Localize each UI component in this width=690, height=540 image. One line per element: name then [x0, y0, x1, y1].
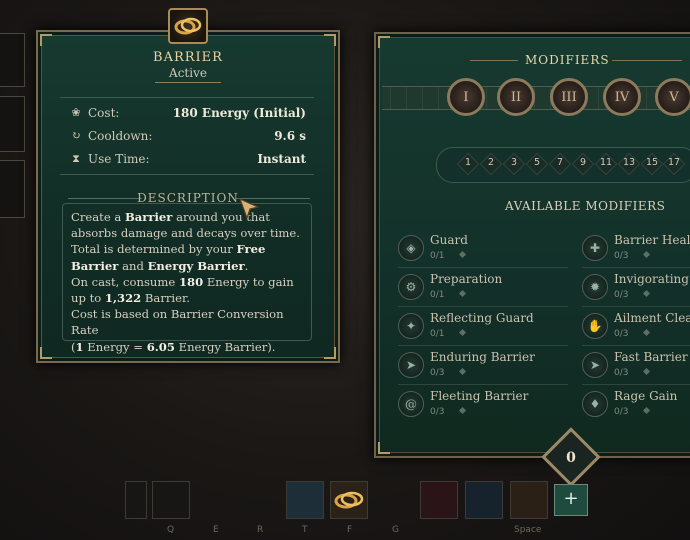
modifier-rage-gain[interactable]: ♦ Rage Gain 0/3 [582, 389, 690, 425]
modifiers-title: Modifiers [525, 53, 610, 67]
divider [398, 384, 568, 385]
tier-medal-4[interactable]: IV [603, 78, 641, 116]
panel-corner [378, 36, 390, 48]
add-point-button[interactable]: + [554, 484, 588, 516]
cooldown-icon: ↻ [71, 129, 81, 142]
hotbar-slot-t[interactable] [286, 481, 324, 519]
description-line: (1 Energy = 6.05 Energy Barrier). [71, 339, 276, 354]
level-node[interactable]: 9 [571, 152, 595, 176]
divider [582, 306, 690, 307]
divider [398, 306, 568, 307]
greek-key-border [382, 86, 690, 110]
skill-title: Barrier [153, 50, 223, 65]
barrier-skill-icon [168, 8, 208, 44]
divider [612, 60, 682, 61]
hotkey-label: E [213, 525, 219, 535]
divider [155, 82, 221, 83]
panel-corner [378, 442, 390, 454]
hotkey-label: R [257, 525, 264, 535]
hotkey-label: F [347, 525, 353, 535]
stat-value: 9.6 s [274, 129, 306, 143]
barrier-skill-icon [334, 491, 364, 509]
description-line: Create a Barrier around you that absorbs… [71, 210, 300, 241]
divider [582, 267, 690, 268]
tier-medal-5[interactable]: V [655, 78, 690, 116]
modifier-points-value: 0 [566, 450, 576, 466]
tier-medal-3[interactable]: III [550, 78, 588, 116]
shield-icon: ◈ [398, 235, 424, 261]
stat-row-cooldown: ↻ Cooldown: 9.6 s [70, 129, 306, 147]
divider [470, 60, 518, 61]
level-node[interactable]: 13 [617, 152, 641, 176]
modifier-fast-barrier[interactable]: ➤ Fast Barrier 0/3 [582, 350, 690, 386]
modifier-barrier-heal[interactable]: ✚ Barrier Heal 0/3 [582, 233, 690, 269]
swirl-icon: @ [398, 391, 424, 417]
arrow-icon: ➤ [398, 352, 424, 378]
divider [398, 267, 568, 268]
modifier-guard[interactable]: ◈ Guard 0/1 [398, 233, 578, 269]
tier-medal-1[interactable]: I [447, 78, 485, 116]
divider [398, 345, 568, 346]
tier-medal-2[interactable]: II [497, 78, 535, 116]
side-tab[interactable] [0, 160, 25, 218]
level-node[interactable]: 5 [525, 152, 549, 176]
rage-icon: ♦ [582, 391, 608, 417]
arrow-icon: ➤ [582, 352, 608, 378]
level-node[interactable]: 17 [662, 152, 686, 176]
hotbar-slot-f[interactable] [330, 481, 368, 519]
level-node[interactable]: 7 [548, 152, 572, 176]
stat-label: Use Time: [88, 152, 150, 166]
panel-corner [324, 34, 336, 46]
stat-row-cost: ❀ Cost: 180 Energy (Initial) [70, 106, 306, 124]
hotbar-slot-1[interactable] [420, 481, 458, 519]
level-node[interactable]: 15 [640, 152, 664, 176]
available-modifiers-title: Available Modifiers [505, 199, 666, 213]
stat-label: Cost: [88, 106, 120, 120]
panel-corner [324, 347, 336, 359]
side-tab[interactable] [0, 33, 25, 87]
hotkey-label: Space [514, 525, 542, 535]
hand-icon: ✋ [582, 313, 608, 339]
level-node[interactable]: 3 [502, 152, 526, 176]
description-line: Total is determined by your Free Barrier… [71, 242, 266, 273]
modifier-invigorating-guard[interactable]: ✹ Invigorating Gu 0/3 [582, 272, 690, 308]
panel-corner [40, 347, 52, 359]
modifier-ailment-cleanse[interactable]: ✋ Ailment Cleans 0/3 [582, 311, 690, 347]
hotkey-label: Q [167, 525, 175, 535]
stat-label: Cooldown: [88, 129, 153, 143]
stat-row-use-time: ⧗ Use Time: Instant [70, 152, 306, 170]
modifier-enduring-barrier[interactable]: ➤ Enduring Barrier 0/3 [398, 350, 578, 386]
gear-icon: ⚙ [398, 274, 424, 300]
skill-description: Create a Barrier around you that absorbs… [62, 203, 312, 354]
level-node[interactable]: 1 [456, 152, 480, 176]
level-node[interactable]: 11 [594, 152, 618, 176]
description-line: Cost is based on Barrier Conversion Rate [71, 307, 284, 338]
modifier-reflecting-guard[interactable]: ✦ Reflecting Guard 0/1 [398, 311, 578, 347]
level-node[interactable]: 2 [479, 152, 503, 176]
hotbar-slot-q[interactable] [152, 481, 190, 519]
hotbar-slot[interactable] [125, 481, 147, 519]
divider [582, 384, 690, 385]
skill-status: Active [169, 66, 207, 80]
modifier-preparation[interactable]: ⚙ Preparation 0/1 [398, 272, 578, 308]
stat-value: Instant [257, 152, 306, 166]
divider [582, 345, 690, 346]
panel-corner [40, 34, 52, 46]
modifier-fleeting-barrier[interactable]: @ Fleeting Barrier 0/3 [398, 389, 578, 425]
hourglass-icon: ⧗ [72, 152, 80, 165]
side-tab[interactable] [0, 96, 25, 152]
heal-icon: ✚ [582, 235, 608, 261]
hotkey-label: G [392, 525, 399, 535]
energy-icon: ❀ [71, 106, 81, 119]
hotbar-slot-2[interactable] [465, 481, 503, 519]
sun-icon: ✹ [582, 274, 608, 300]
description-line: On cast, consume 180 Energy to gain up t… [71, 274, 294, 306]
stat-value: 180 Energy (Initial) [172, 106, 306, 120]
reflect-icon: ✦ [398, 313, 424, 339]
mouse-cursor-icon [238, 197, 260, 220]
hotkey-label: T [302, 525, 308, 535]
hotbar-slot-space[interactable] [510, 481, 548, 519]
